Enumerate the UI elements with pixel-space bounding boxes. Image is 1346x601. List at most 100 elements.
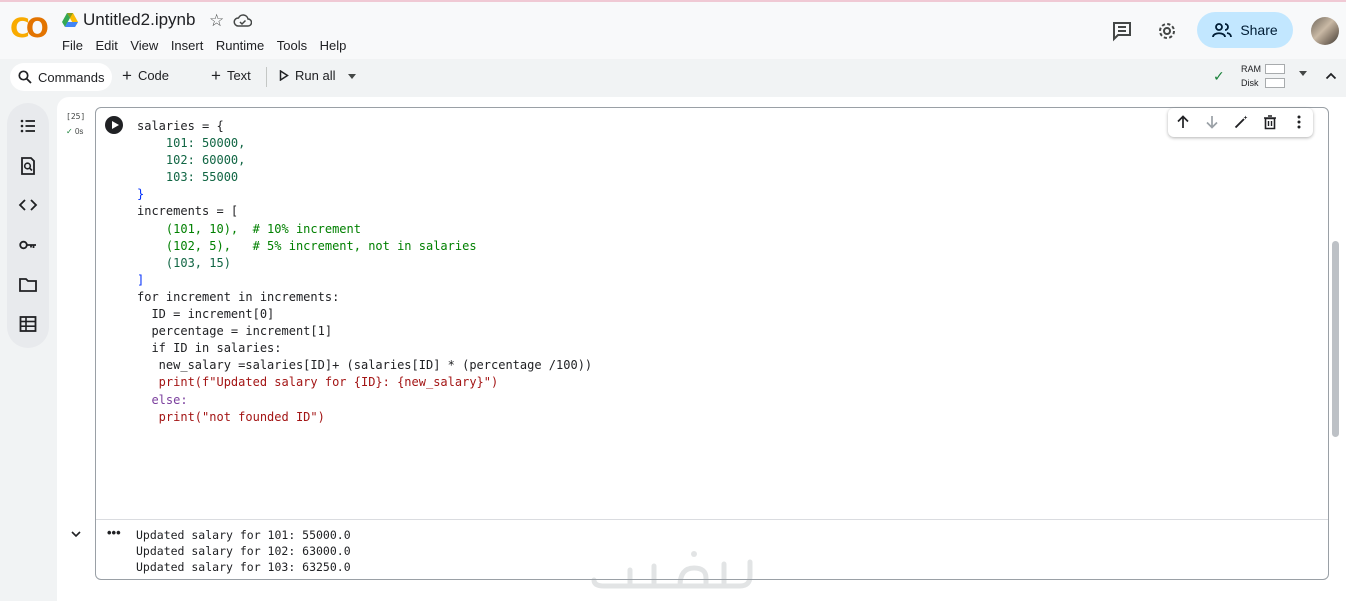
settings-icon[interactable] (1156, 20, 1178, 42)
move-up-icon[interactable] (1175, 114, 1191, 130)
success-check-icon: ✓ (66, 127, 73, 136)
code-line-14: new_salary =salaries[ID]+ (salaries[ID] … (137, 358, 593, 373)
code-line: (102, 5), # 5% increment, not in salarie… (137, 238, 592, 255)
watermark-logo (591, 551, 753, 589)
run-all-button[interactable]: Run all (279, 68, 335, 83)
output-line: Updated salary for 102: 63000.0 (136, 544, 351, 559)
find-replace-icon[interactable] (18, 156, 38, 176)
run-cell-button[interactable] (105, 116, 123, 134)
cell-output: Updated salary for 101: 55000.0 Updated s… (136, 527, 351, 576)
variables-table-icon[interactable] (18, 314, 38, 334)
menu-insert[interactable]: Insert (171, 38, 204, 53)
output-line: Updated salary for 103: 63250.0 (136, 560, 351, 575)
code-line-17: print("not founded ID") (137, 409, 325, 424)
ram-label: RAM (1241, 64, 1261, 74)
delete-icon[interactable] (1262, 114, 1278, 130)
colab-logo[interactable]: CO (10, 15, 49, 42)
code-line: ] (137, 272, 592, 289)
code-line-0: salaries = { (137, 119, 224, 133)
comment-icon[interactable] (1111, 20, 1133, 42)
run-all-dropdown[interactable] (348, 74, 356, 79)
code-line: percentage = increment[1] (137, 323, 592, 340)
code-line-13: if ID in salaries: (137, 341, 282, 356)
edit-wand-icon[interactable] (1233, 114, 1249, 130)
code-line: (103, 15) (137, 255, 592, 272)
app-header: CO Untitled2.ipynb ☆ File Edit View Inse… (0, 2, 1346, 59)
code-line: } (137, 186, 592, 203)
menu-bar: File Edit View Insert Runtime Tools Help (62, 38, 359, 53)
code-line: for increment in increments: (137, 289, 592, 306)
notebook-scrollbar[interactable] (1332, 241, 1339, 437)
move-down-icon[interactable] (1204, 114, 1220, 130)
menu-tools[interactable]: Tools (277, 38, 307, 53)
runtime-dropdown-icon[interactable] (1299, 71, 1307, 76)
execution-status: ✓ 0s (66, 127, 83, 136)
star-icon[interactable]: ☆ (209, 11, 224, 31)
cloud-saved-icon[interactable] (233, 13, 252, 27)
notebook-toolbar: Commands + Code + Text Run all ✓ RAM Dis… (0, 59, 1346, 95)
output-line: Updated salary for 101: 55000.0 (136, 528, 351, 542)
user-avatar[interactable] (1311, 17, 1339, 45)
cell-toolbar (1168, 108, 1313, 137)
code-line: print(f"Updated salary for {ID}: {new_sa… (137, 374, 592, 391)
disk-meter[interactable] (1265, 78, 1285, 88)
code-line: 103: 55000 (137, 169, 592, 186)
chevron-up-icon[interactable] (1324, 69, 1338, 83)
text-label: Text (226, 68, 251, 83)
menu-edit[interactable]: Edit (95, 38, 117, 53)
code-line-6: (101, 10), # 10% increment (137, 221, 361, 236)
code-label: Code (137, 68, 170, 83)
share-label: Share (1240, 22, 1278, 38)
code-line: new_salary =salaries[ID]+ (salaries[ID] … (137, 357, 592, 374)
table-of-contents-icon[interactable] (18, 116, 38, 136)
code-line-2: 102: 60000, (137, 153, 246, 168)
code-line-4: } (137, 187, 145, 202)
more-vert-icon[interactable] (1291, 114, 1307, 130)
code-line-11: ID = increment[0] (137, 307, 275, 322)
disk-label: Disk (1241, 78, 1259, 88)
execution-count: [25] (66, 112, 86, 121)
menu-view[interactable]: View (130, 38, 158, 53)
menu-help[interactable]: Help (320, 38, 347, 53)
side-rail (7, 103, 49, 348)
code-line-16: else: (137, 392, 188, 407)
code-line: print("not founded ID") (137, 409, 592, 426)
execution-time: 0s (74, 127, 84, 136)
secrets-key-icon[interactable] (18, 235, 38, 255)
code-line: 102: 60000, (137, 152, 592, 169)
code-line-10: for increment in increments: (137, 289, 340, 304)
toolbar-divider (266, 67, 267, 87)
add-code-button[interactable]: + Code (122, 66, 170, 85)
code-line: ID = increment[0] (137, 306, 592, 323)
output-divider (96, 519, 1328, 520)
code-snippets-icon[interactable] (18, 195, 38, 215)
code-line: else: (137, 392, 592, 409)
code-line: salaries = { (137, 118, 592, 135)
collapse-output-icon[interactable] (70, 528, 82, 540)
code-line-9: ] (137, 272, 145, 287)
menu-runtime[interactable]: Runtime (216, 38, 264, 53)
share-people-icon (1212, 23, 1233, 38)
commands-label: Commands (38, 69, 105, 85)
code-line-12: percentage = increment[1] (137, 324, 333, 339)
code-line: if ID in salaries: (137, 340, 592, 357)
search-icon (18, 70, 32, 84)
plus-icon: + (122, 66, 132, 85)
code-line-5: increments = [ (137, 204, 239, 219)
code-editor[interactable]: salaries = { 101: 50000, 102: 60000, 103… (137, 118, 592, 426)
run-all-label: Run all (295, 68, 336, 83)
add-text-button[interactable]: + Text (211, 67, 251, 84)
ram-meter[interactable] (1265, 64, 1285, 74)
code-line: increments = [ (137, 203, 592, 220)
code-line-1: 101: 50000, (137, 136, 246, 151)
code-line-15: print(f"Updated salary for {ID}: {new_sa… (137, 375, 499, 390)
output-actions-icon[interactable]: ••• (107, 525, 121, 540)
notebook-title[interactable]: Untitled2.ipynb (83, 10, 195, 30)
play-outline-icon (279, 70, 289, 81)
code-line-8: (103, 15) (137, 255, 231, 270)
files-folder-icon[interactable] (18, 275, 38, 295)
menu-file[interactable]: File (62, 38, 83, 53)
code-line: (101, 10), # 10% increment (137, 221, 592, 238)
share-button[interactable]: Share (1197, 12, 1293, 48)
commands-button[interactable]: Commands (10, 63, 112, 91)
